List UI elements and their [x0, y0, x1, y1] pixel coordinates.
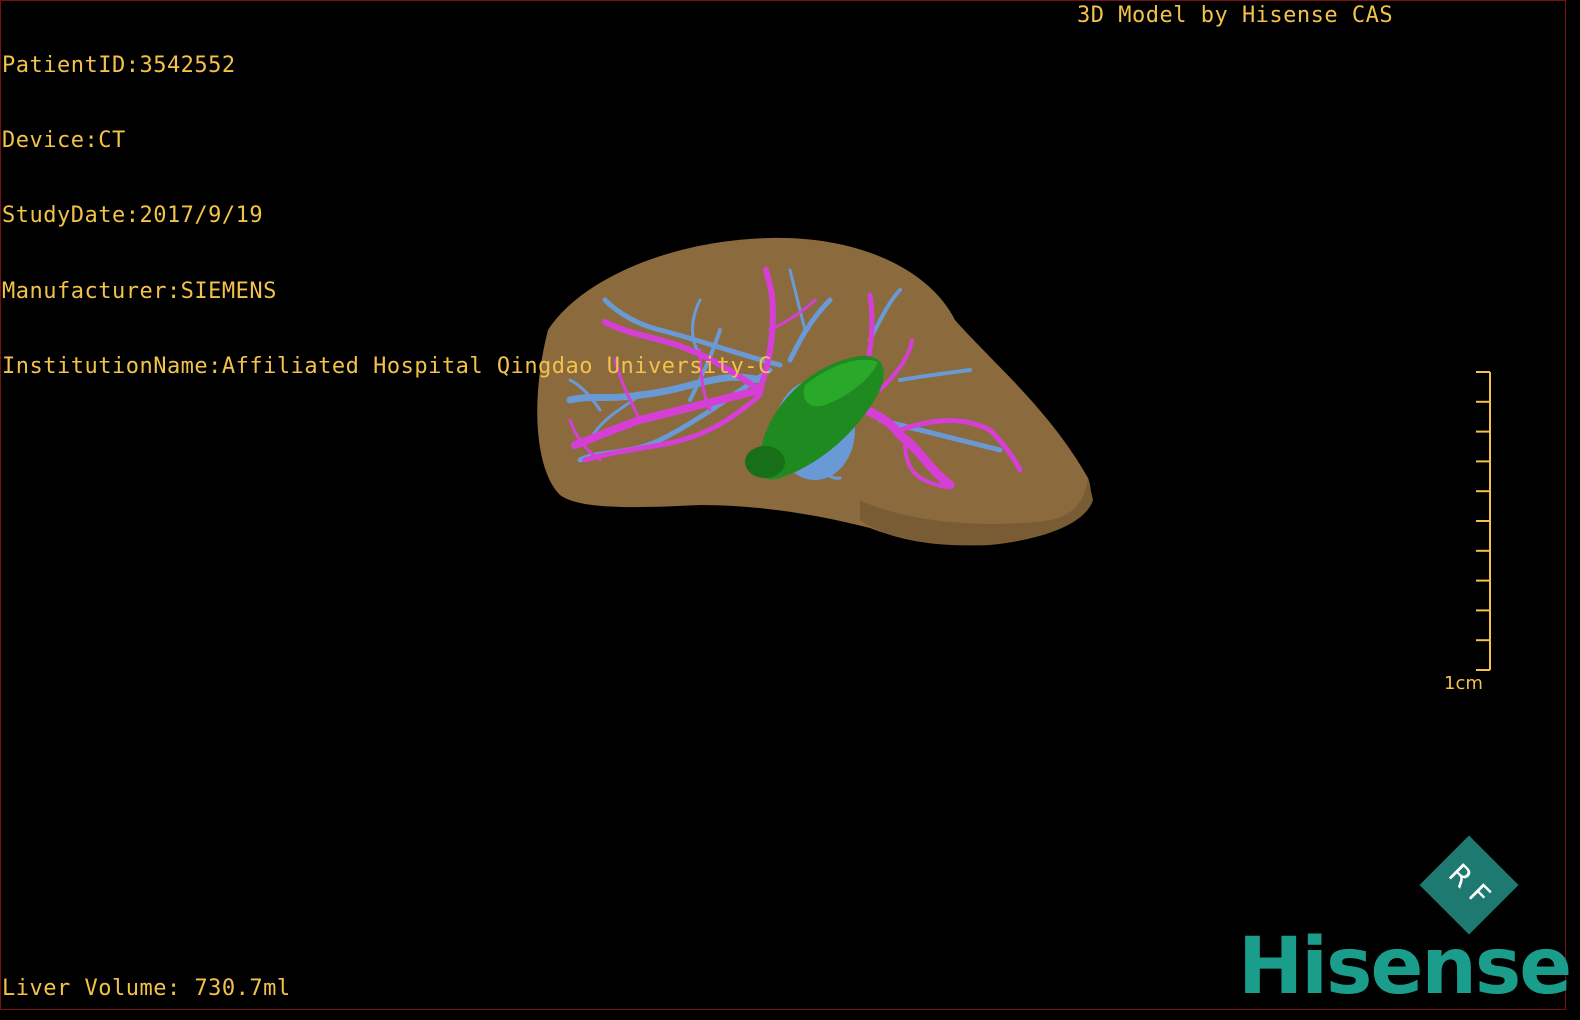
dicom-info-panel: PatientID:3542552 Device:CT StudyDate:20… [2, 3, 772, 404]
scale-bar [1476, 371, 1491, 671]
manufacturer-text: Manufacturer:SIEMENS [2, 278, 277, 304]
hisense-logo: Hisense [1238, 922, 1572, 1012]
liver-volume-text: Liver Volume: 730.7ml [2, 976, 291, 1001]
scale-bar-label: 1cm [1444, 673, 1483, 694]
device-text: Device:CT [2, 128, 126, 154]
model-title: 3D Model by Hisense CAS [1077, 3, 1394, 28]
institution-text: InstitutionName:Affiliated Hospital Qing… [2, 353, 772, 379]
patient-id-text: PatientID:3542552 [2, 53, 236, 78]
study-date-text: StudyDate:2017/9/19 [2, 203, 264, 229]
